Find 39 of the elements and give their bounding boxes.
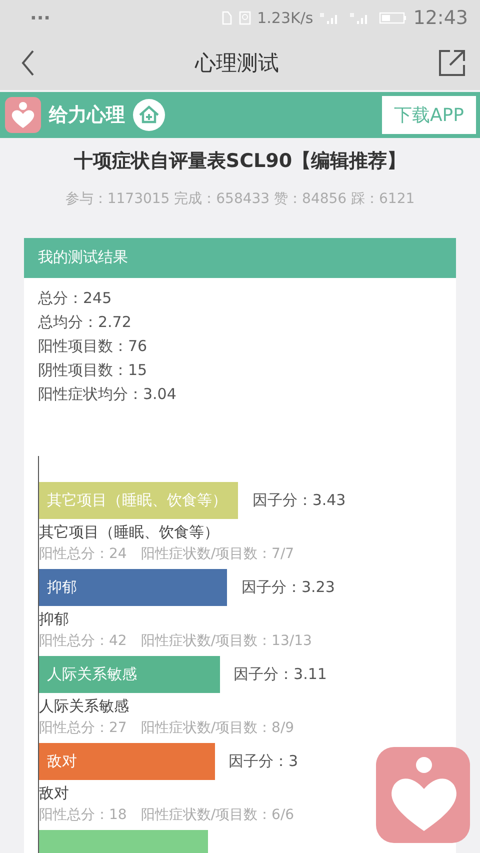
factor-name: 抑郁 xyxy=(39,610,70,629)
brand-name: 给力心理 xyxy=(49,103,125,128)
positive-total: 阳性总分：24 xyxy=(39,545,127,563)
factor-name: 人际关系敏感 xyxy=(39,697,130,716)
factor-score: 因子分：3 xyxy=(228,752,298,771)
positive-count: 阳性症状数/项目数：7/7 xyxy=(140,545,294,563)
factor-score: 因子分：3.11 xyxy=(234,665,327,684)
positive-total: 阳性总分：42 xyxy=(39,632,127,650)
network-speed: 1.23K/s xyxy=(257,9,314,27)
factor-bar: 人际关系敏感 xyxy=(39,656,220,693)
factor-score: 因子分：3.23 xyxy=(241,578,335,597)
factor-score: 因子分：3.43 xyxy=(252,491,346,510)
summary-line: 阳性项目数：76 xyxy=(38,336,148,357)
app-logo-icon xyxy=(5,97,41,133)
factor-bar: 其它项目（睡眠、饮食等） xyxy=(39,482,238,519)
positive-count: 阳性症状数/项目数：13/13 xyxy=(140,632,312,650)
positive-count: 阳性症状数/项目数：8/9 xyxy=(140,719,294,737)
positive-total: 阳性总分：27 xyxy=(39,719,127,737)
factor-bar: 敌对 xyxy=(39,743,215,780)
battery-icon xyxy=(379,12,408,24)
positive-count: 阳性症状数/项目数：6/6 xyxy=(140,806,294,824)
share-icon[interactable] xyxy=(438,49,466,77)
test-stats: 参与：1173015 完成：658433 赞：84856 踩：6121 xyxy=(64,190,416,208)
home-icon xyxy=(133,99,165,131)
factor-name: 敌对 xyxy=(39,784,70,803)
clock: 12:43 xyxy=(413,7,468,29)
card-header: 我的测试结果 xyxy=(24,238,456,278)
summary-line: 总分：245 xyxy=(38,288,113,309)
back-icon[interactable] xyxy=(20,49,36,77)
download-button[interactable]: 下载APP xyxy=(382,96,476,134)
positive-total: 阳性总分：18 xyxy=(39,806,127,824)
summary-line: 总均分：2.72 xyxy=(38,312,132,333)
page-title: 心理测试 xyxy=(195,50,279,77)
notification-dots: ··· xyxy=(30,8,51,28)
test-title: 十项症状自评量表SCL90【编辑推荐】 xyxy=(72,149,408,174)
factor-bar: 抑郁 xyxy=(39,569,228,606)
summary-line: 阳性症状均分：3.04 xyxy=(38,384,178,405)
factor-name: 其它项目（睡眠、饮食等） xyxy=(39,523,220,542)
summary-line: 阴性项目数：15 xyxy=(38,360,148,381)
